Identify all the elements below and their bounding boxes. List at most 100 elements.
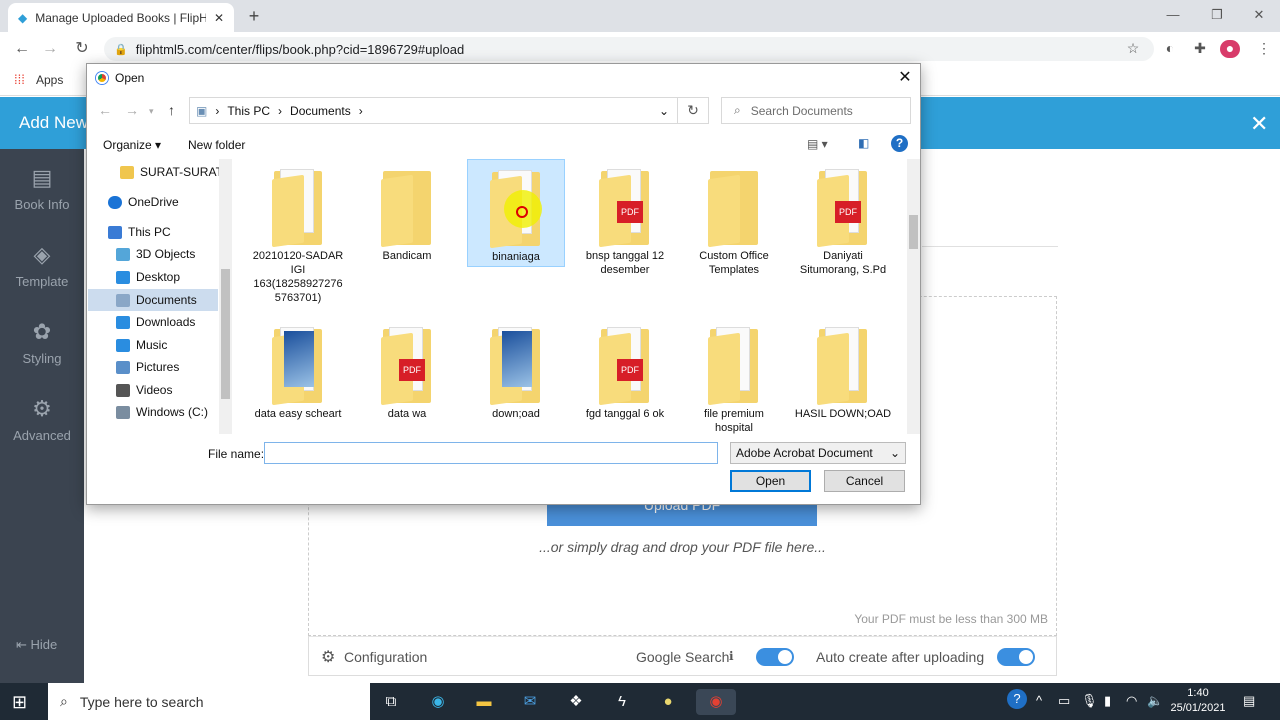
help-icon[interactable]: ? — [1007, 689, 1027, 709]
file-scrollbar[interactable] — [907, 159, 920, 434]
taskbar-search[interactable]: ⌕ Type here to search — [48, 683, 370, 720]
close-tab-icon[interactable]: ✕ — [214, 11, 224, 25]
file-item[interactable]: HASIL DOWN;OAD — [794, 317, 892, 421]
clock[interactable]: 1:40 25/01/2021 — [1168, 686, 1228, 716]
nav-item[interactable]: Windows (C:) — [88, 401, 218, 423]
close-window-button[interactable]: ✕ — [1236, 4, 1280, 26]
search-documents-input[interactable]: ⌕ Search Documents — [721, 97, 911, 124]
new-folder-button[interactable]: New folder — [188, 138, 245, 152]
volume-icon[interactable]: 🔈 — [1147, 693, 1163, 709]
view-options-icon[interactable]: ▤ ▾ — [807, 137, 828, 151]
bookmark-star-icon[interactable]: ☆ — [1123, 40, 1143, 58]
chevron-up-icon[interactable]: ^ — [1036, 693, 1042, 708]
file-item[interactable]: binaniaga — [467, 159, 565, 267]
organize-menu[interactable]: Organize ▾ — [103, 138, 161, 152]
nav-item[interactable]: OneDrive — [88, 191, 218, 213]
close-icon[interactable]: ✕ — [895, 68, 915, 88]
file-explorer-icon[interactable]: ▬ — [471, 689, 497, 715]
puzzle-icon[interactable]: ✚ — [1190, 40, 1210, 58]
auto-create-toggle[interactable] — [997, 648, 1035, 666]
file-item[interactable]: PDF fgd tanggal 6 ok — [576, 317, 674, 421]
meet-icon[interactable]: ▭ — [1058, 693, 1070, 709]
file-type-select[interactable]: Adobe Acrobat Document ⌄ — [730, 442, 906, 464]
google-search-toggle[interactable] — [756, 648, 794, 666]
close-icon[interactable]: ✕ — [1250, 111, 1268, 137]
nav-item[interactable]: 3D Objects — [88, 243, 218, 265]
back-arrow-icon[interactable]: ← — [98, 102, 112, 118]
dialog-title-bar: Open — [87, 64, 920, 92]
wifi-icon[interactable]: ◠ — [1126, 693, 1137, 709]
nav-item[interactable]: Documents — [88, 289, 218, 311]
edge-icon[interactable]: ◉ — [425, 689, 451, 715]
apps-bookmark[interactable]: Apps — [36, 73, 63, 87]
file-scroll-thumb[interactable] — [909, 215, 918, 249]
extension-icon[interactable]: ◐ — [1160, 40, 1180, 58]
pdf-icon: PDF — [617, 201, 643, 223]
screen-recorder-icon[interactable]: ● — [655, 689, 681, 715]
chevron-down-icon[interactable]: ⌄ — [659, 104, 669, 118]
forward-button[interactable]: → — [38, 38, 62, 60]
file-item[interactable]: 20210120-SADAR IGI 163(18258927276 57637… — [249, 159, 347, 305]
template-icon: ◈ — [33, 242, 51, 267]
file-item[interactable]: PDF bnsp tanggal 12 desember — [576, 159, 674, 277]
nav-item[interactable]: Pictures — [88, 356, 218, 378]
nav-item[interactable]: This PC — [88, 221, 218, 243]
nav-item[interactable]: Downloads — [88, 311, 218, 333]
search-icon: ⌕ — [60, 693, 68, 709]
mail-icon[interactable]: ✉ — [517, 689, 543, 715]
file-item[interactable]: data easy scheart — [249, 317, 347, 421]
browser-tab[interactable]: ◆ Manage Uploaded Books | FlipHTML5 ✕ — [8, 3, 234, 32]
new-tab-button[interactable]: + — [244, 6, 264, 26]
breadcrumb-documents[interactable]: Documents — [290, 104, 351, 118]
open-button[interactable]: Open — [730, 470, 811, 492]
apps-grid-icon[interactable]: ⁞⁞⁞ — [14, 72, 25, 87]
nav-item[interactable]: Desktop — [88, 266, 218, 288]
sidebar-item-advanced[interactable]: ⚙ Advanced — [0, 396, 84, 443]
hide-button[interactable]: ⇤ Hide — [16, 637, 57, 653]
nav-scroll-thumb[interactable] — [221, 269, 230, 399]
file-item[interactable]: down;oad — [467, 317, 565, 421]
nav-item[interactable]: SURAT-SURAT IG — [88, 161, 219, 183]
folder-icon: PDF — [381, 325, 433, 406]
help-icon[interactable]: ? — [891, 135, 908, 152]
microphone-icon[interactable]: 🎙 — [1081, 693, 1098, 709]
address-bar[interactable]: 🔒 fliphtml5.com/center/flips/book.php?ci… — [104, 37, 1154, 61]
nav-scrollbar[interactable] — [219, 159, 232, 434]
restore-button[interactable]: ❐ — [1194, 4, 1240, 26]
videos-icon — [116, 383, 130, 397]
sidebar-item-styling[interactable]: ✿ Styling — [0, 319, 84, 366]
forward-arrow-icon[interactable]: → — [125, 102, 139, 118]
preview-pane-icon[interactable]: ◧ — [858, 136, 869, 150]
refresh-button[interactable]: ↻ — [678, 97, 709, 124]
notification-icon[interactable]: ▤ — [1243, 693, 1255, 709]
nav-item[interactable]: Videos — [88, 379, 218, 401]
reload-button[interactable]: ↻ — [70, 38, 94, 60]
file-item[interactable]: PDF data wa — [358, 317, 456, 421]
file-item-label: data easy scheart — [254, 408, 342, 420]
configuration-link[interactable]: Configuration — [344, 649, 427, 665]
profile-avatar[interactable]: ● — [1220, 40, 1240, 58]
task-view-icon[interactable]: ⧉ — [378, 689, 404, 715]
dialog-address-bar[interactable]: ▣ › This PC › Documents › ⌄ — [189, 97, 678, 124]
app-icon[interactable]: ϟ — [609, 689, 635, 715]
file-item[interactable]: PDF Daniyati Situmorang, S.Pd — [794, 159, 892, 277]
up-arrow-icon[interactable]: ↑ — [168, 102, 175, 118]
minimize-button[interactable]: — — [1150, 4, 1196, 26]
cancel-button[interactable]: Cancel — [824, 470, 905, 492]
windows-start-icon[interactable]: ⊞ — [12, 692, 27, 713]
recent-dropdown-icon[interactable]: ▾ — [149, 106, 154, 117]
file-name-input[interactable] — [264, 442, 718, 464]
file-item[interactable]: Custom Office Templates — [685, 159, 783, 277]
sidebar-item-template[interactable]: ◈ Template — [0, 242, 84, 289]
nav-item[interactable]: Music — [88, 334, 218, 356]
battery-icon[interactable]: ▮ — [1104, 693, 1111, 709]
file-item[interactable]: Bandicam — [358, 159, 456, 263]
info-icon[interactable]: ℹ — [729, 649, 734, 663]
sidebar-item-book-info[interactable]: ▤ Book Info — [0, 165, 84, 212]
breadcrumb-this-pc[interactable]: This PC — [227, 104, 270, 118]
file-item[interactable]: file premium hospital — [685, 317, 783, 434]
back-button[interactable]: ← — [10, 38, 34, 60]
menu-icon[interactable]: ⋮ — [1254, 40, 1274, 58]
dropbox-icon[interactable]: ❖ — [563, 689, 589, 715]
chrome-taskbar-icon[interactable]: ◉ — [696, 689, 736, 715]
